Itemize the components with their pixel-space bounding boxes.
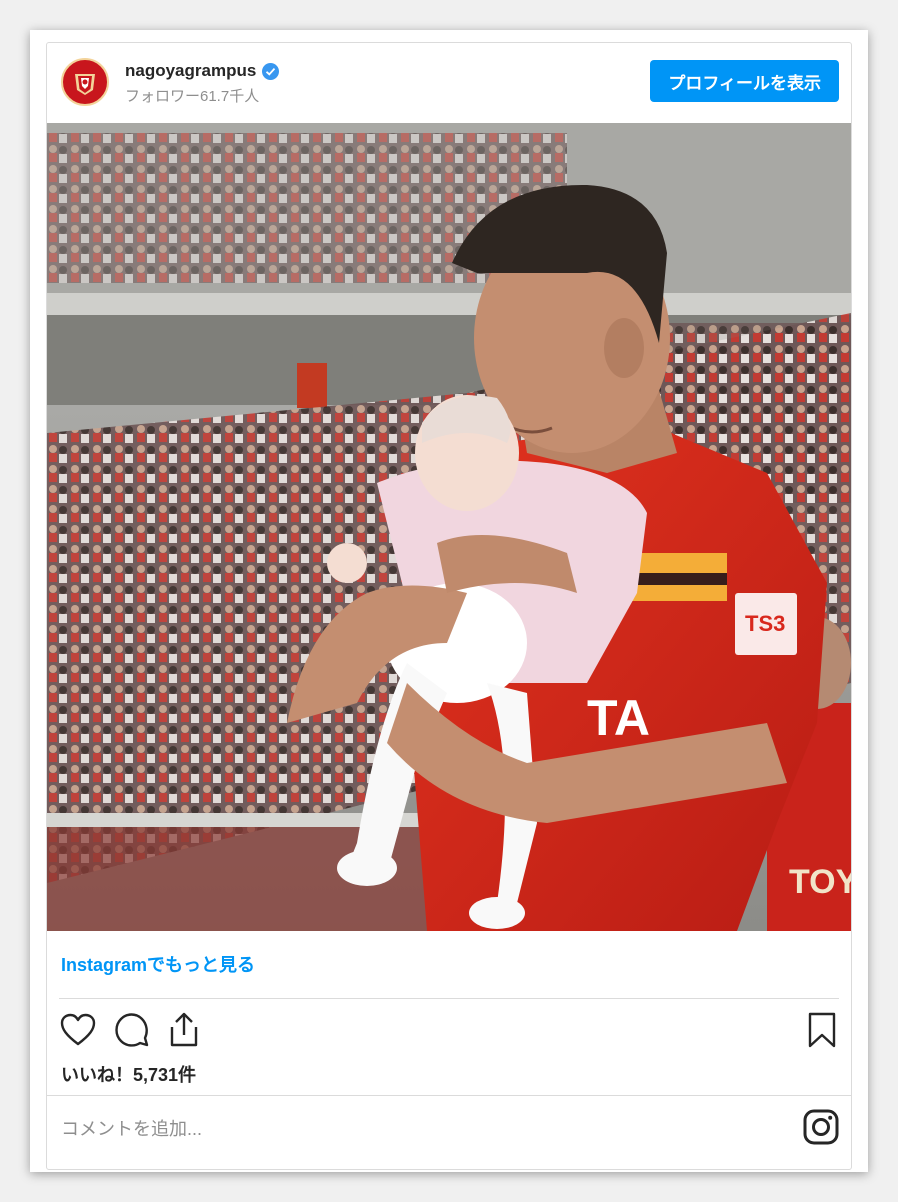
save-button[interactable] <box>803 1011 841 1049</box>
username[interactable]: nagoyagrampus <box>125 61 256 81</box>
sleeve-patch-text: TS3 <box>745 611 785 636</box>
instagram-embed-card: nagoyagrampus フォロワー61.7千人 プロフィールを表示 TOY … <box>46 42 852 1170</box>
like-button[interactable] <box>59 1011 97 1049</box>
bookmark-icon <box>808 1012 836 1048</box>
comment-input[interactable] <box>59 1111 663 1147</box>
embed-frame: nagoyagrampus フォロワー61.7千人 プロフィールを表示 TOY … <box>30 30 868 1172</box>
comment-icon <box>115 1013 149 1047</box>
divider <box>47 1095 851 1096</box>
view-more-on-instagram-link[interactable]: Instagramでもっと見る <box>61 951 255 977</box>
post-header: nagoyagrampus フォロワー61.7千人 プロフィールを表示 <box>47 43 851 123</box>
avatar[interactable] <box>61 58 109 106</box>
view-profile-button[interactable]: プロフィールを表示 <box>650 60 839 102</box>
username-row[interactable]: nagoyagrampus <box>125 61 280 81</box>
divider <box>59 998 839 999</box>
instagram-logo-icon[interactable] <box>803 1109 839 1145</box>
follower-count: フォロワー61.7千人 <box>125 88 260 105</box>
shirt-text: TA <box>587 690 650 746</box>
player-holding-baby-photo: TOYO TS3 TA <box>47 123 851 931</box>
post-photo[interactable]: TOYO TS3 TA <box>47 123 851 931</box>
like-count: いいね！5,731件 <box>61 1065 197 1085</box>
share-icon <box>170 1012 198 1047</box>
club-crest-icon <box>66 63 104 101</box>
verified-badge-icon <box>262 62 280 80</box>
comment-button[interactable] <box>113 1011 151 1049</box>
heart-icon <box>60 1013 96 1046</box>
share-button[interactable] <box>165 1011 203 1049</box>
bg-shirt-text: TOYO <box>789 863 851 901</box>
